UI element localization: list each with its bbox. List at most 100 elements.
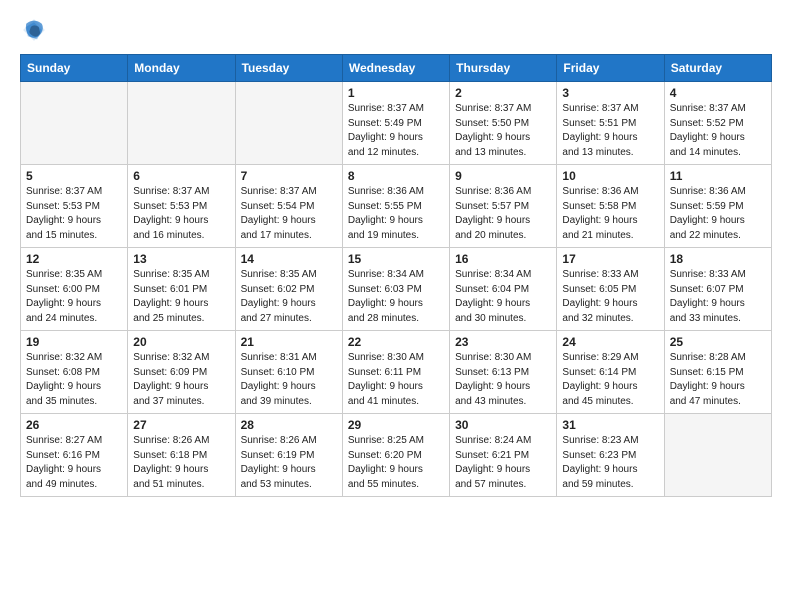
- header: [20, 16, 772, 44]
- week-row-2: 12Sunrise: 8:35 AM Sunset: 6:00 PM Dayli…: [21, 248, 772, 331]
- day-number: 16: [455, 252, 551, 266]
- day-number: 20: [133, 335, 229, 349]
- day-info: Sunrise: 8:33 AM Sunset: 6:05 PM Dayligh…: [562, 268, 658, 326]
- day-number: 3: [562, 86, 658, 100]
- calendar-cell: 3 Sunrise: 8:37 AM Sunset: 5:51 PM Daylig…: [557, 82, 664, 165]
- calendar-cell: 17 Sunrise: 8:33 AM Sunset: 6:05 PM Dayli…: [557, 248, 664, 331]
- day-number: 11: [670, 169, 766, 183]
- calendar-cell: 18Sunrise: 8:33 AM Sunset: 6:07 PM Dayli…: [664, 248, 771, 331]
- day-number: 15: [348, 252, 444, 266]
- day-number: 21: [241, 335, 337, 349]
- day-number: 29: [348, 418, 444, 432]
- calendar-cell: [664, 414, 771, 497]
- day-info: Sunrise: 8:32 AM Sunset: 6:08 PM Dayligh…: [26, 351, 122, 409]
- day-number: 8: [348, 169, 444, 183]
- day-info: Sunrise: 8:37 AM Sunset: 5:53 PM Dayligh…: [26, 185, 122, 243]
- day-number: 9: [455, 169, 551, 183]
- day-number: 6: [133, 169, 229, 183]
- weekday-header-thursday: Thursday: [450, 55, 557, 82]
- calendar-cell: [235, 82, 342, 165]
- day-info: Sunrise: 8:26 AM Sunset: 6:18 PM Dayligh…: [133, 434, 229, 492]
- day-info: Sunrise: 8:29 AM Sunset: 6:14 PM Dayligh…: [562, 351, 658, 409]
- calendar-cell: 20 Sunrise: 8:32 AM Sunset: 6:09 PM Dayli…: [128, 331, 235, 414]
- calendar-cell: 13 Sunrise: 8:35 AM Sunset: 6:01 PM Dayli…: [128, 248, 235, 331]
- day-info: Sunrise: 8:36 AM Sunset: 5:59 PM Dayligh…: [670, 185, 766, 243]
- day-info: Sunrise: 8:30 AM Sunset: 6:13 PM Dayligh…: [455, 351, 551, 409]
- day-number: 31: [562, 418, 658, 432]
- weekday-header-sunday: Sunday: [21, 55, 128, 82]
- day-number: 14: [241, 252, 337, 266]
- calendar-cell: 31 Sunrise: 8:23 AM Sunset: 6:23 PM Dayli…: [557, 414, 664, 497]
- day-number: 25: [670, 335, 766, 349]
- day-info: Sunrise: 8:34 AM Sunset: 6:03 PM Dayligh…: [348, 268, 444, 326]
- calendar-cell: 1Sunrise: 8:37 AM Sunset: 5:49 PM Daylig…: [342, 82, 449, 165]
- calendar-cell: 25Sunrise: 8:28 AM Sunset: 6:15 PM Dayli…: [664, 331, 771, 414]
- calendar-cell: 5 Sunrise: 8:37 AM Sunset: 5:53 PM Daylig…: [21, 165, 128, 248]
- day-info: Sunrise: 8:36 AM Sunset: 5:58 PM Dayligh…: [562, 185, 658, 243]
- day-number: 2: [455, 86, 551, 100]
- day-info: Sunrise: 8:23 AM Sunset: 6:23 PM Dayligh…: [562, 434, 658, 492]
- day-info: Sunrise: 8:25 AM Sunset: 6:20 PM Dayligh…: [348, 434, 444, 492]
- calendar-cell: 30 Sunrise: 8:24 AM Sunset: 6:21 PM Dayli…: [450, 414, 557, 497]
- day-info: Sunrise: 8:35 AM Sunset: 6:01 PM Dayligh…: [133, 268, 229, 326]
- calendar-cell: [21, 82, 128, 165]
- calendar-cell: 28 Sunrise: 8:26 AM Sunset: 6:19 PM Dayli…: [235, 414, 342, 497]
- logo: [20, 16, 52, 44]
- day-info: Sunrise: 8:37 AM Sunset: 5:54 PM Dayligh…: [241, 185, 337, 243]
- calendar-table: SundayMondayTuesdayWednesdayThursdayFrid…: [20, 54, 772, 497]
- day-number: 26: [26, 418, 122, 432]
- logo-icon: [20, 16, 48, 44]
- day-number: 13: [133, 252, 229, 266]
- calendar-cell: 7 Sunrise: 8:37 AM Sunset: 5:54 PM Daylig…: [235, 165, 342, 248]
- day-info: Sunrise: 8:35 AM Sunset: 6:02 PM Dayligh…: [241, 268, 337, 326]
- day-number: 10: [562, 169, 658, 183]
- calendar-cell: 27 Sunrise: 8:26 AM Sunset: 6:18 PM Dayli…: [128, 414, 235, 497]
- day-info: Sunrise: 8:36 AM Sunset: 5:55 PM Dayligh…: [348, 185, 444, 243]
- day-number: 23: [455, 335, 551, 349]
- calendar-cell: [128, 82, 235, 165]
- calendar-cell: 15 Sunrise: 8:34 AM Sunset: 6:03 PM Dayli…: [342, 248, 449, 331]
- day-number: 30: [455, 418, 551, 432]
- day-info: Sunrise: 8:24 AM Sunset: 6:21 PM Dayligh…: [455, 434, 551, 492]
- calendar-cell: 21 Sunrise: 8:31 AM Sunset: 6:10 PM Dayli…: [235, 331, 342, 414]
- day-info: Sunrise: 8:37 AM Sunset: 5:51 PM Dayligh…: [562, 102, 658, 160]
- day-number: 7: [241, 169, 337, 183]
- calendar-cell: 24Sunrise: 8:29 AM Sunset: 6:14 PM Dayli…: [557, 331, 664, 414]
- calendar-cell: 23 Sunrise: 8:30 AM Sunset: 6:13 PM Dayli…: [450, 331, 557, 414]
- calendar-cell: 19 Sunrise: 8:32 AM Sunset: 6:08 PM Dayli…: [21, 331, 128, 414]
- weekday-header-row: SundayMondayTuesdayWednesdayThursdayFrid…: [21, 55, 772, 82]
- page: SundayMondayTuesdayWednesdayThursdayFrid…: [0, 0, 792, 513]
- day-info: Sunrise: 8:37 AM Sunset: 5:52 PM Dayligh…: [670, 102, 766, 160]
- calendar-cell: 12Sunrise: 8:35 AM Sunset: 6:00 PM Dayli…: [21, 248, 128, 331]
- calendar-cell: 2 Sunrise: 8:37 AM Sunset: 5:50 PM Daylig…: [450, 82, 557, 165]
- week-row-4: 26Sunrise: 8:27 AM Sunset: 6:16 PM Dayli…: [21, 414, 772, 497]
- calendar-cell: 8 Sunrise: 8:36 AM Sunset: 5:55 PM Daylig…: [342, 165, 449, 248]
- calendar-cell: 26Sunrise: 8:27 AM Sunset: 6:16 PM Dayli…: [21, 414, 128, 497]
- weekday-header-wednesday: Wednesday: [342, 55, 449, 82]
- calendar-cell: 29 Sunrise: 8:25 AM Sunset: 6:20 PM Dayli…: [342, 414, 449, 497]
- day-info: Sunrise: 8:31 AM Sunset: 6:10 PM Dayligh…: [241, 351, 337, 409]
- day-number: 19: [26, 335, 122, 349]
- weekday-header-monday: Monday: [128, 55, 235, 82]
- day-info: Sunrise: 8:26 AM Sunset: 6:19 PM Dayligh…: [241, 434, 337, 492]
- week-row-3: 19 Sunrise: 8:32 AM Sunset: 6:08 PM Dayli…: [21, 331, 772, 414]
- day-info: Sunrise: 8:37 AM Sunset: 5:50 PM Dayligh…: [455, 102, 551, 160]
- day-number: 17: [562, 252, 658, 266]
- day-info: Sunrise: 8:32 AM Sunset: 6:09 PM Dayligh…: [133, 351, 229, 409]
- day-number: 4: [670, 86, 766, 100]
- calendar-cell: 9Sunrise: 8:36 AM Sunset: 5:57 PM Daylig…: [450, 165, 557, 248]
- day-info: Sunrise: 8:33 AM Sunset: 6:07 PM Dayligh…: [670, 268, 766, 326]
- calendar-cell: 14 Sunrise: 8:35 AM Sunset: 6:02 PM Dayli…: [235, 248, 342, 331]
- week-row-1: 5 Sunrise: 8:37 AM Sunset: 5:53 PM Daylig…: [21, 165, 772, 248]
- day-number: 5: [26, 169, 122, 183]
- calendar-cell: 16 Sunrise: 8:34 AM Sunset: 6:04 PM Dayli…: [450, 248, 557, 331]
- calendar-cell: 22Sunrise: 8:30 AM Sunset: 6:11 PM Dayli…: [342, 331, 449, 414]
- day-info: Sunrise: 8:34 AM Sunset: 6:04 PM Dayligh…: [455, 268, 551, 326]
- day-number: 28: [241, 418, 337, 432]
- day-number: 27: [133, 418, 229, 432]
- day-number: 12: [26, 252, 122, 266]
- weekday-header-tuesday: Tuesday: [235, 55, 342, 82]
- calendar-cell: 11 Sunrise: 8:36 AM Sunset: 5:59 PM Dayli…: [664, 165, 771, 248]
- day-number: 1: [348, 86, 444, 100]
- day-info: Sunrise: 8:30 AM Sunset: 6:11 PM Dayligh…: [348, 351, 444, 409]
